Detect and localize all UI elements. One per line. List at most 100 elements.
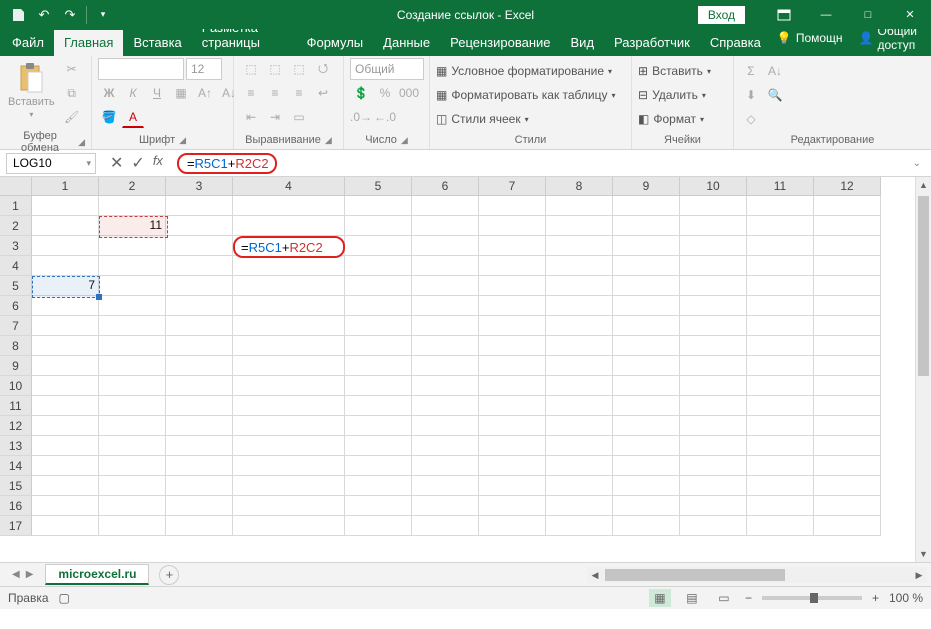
copy-icon[interactable]: ⧉ (61, 82, 83, 104)
row-header[interactable]: 3 (0, 236, 32, 256)
redo-icon[interactable]: ↷ (58, 3, 82, 27)
border-button[interactable]: ▦ (170, 82, 192, 104)
scroll-right-icon[interactable]: ▶ (911, 567, 927, 583)
column-header[interactable]: 11 (747, 177, 814, 196)
row-header[interactable]: 15 (0, 476, 32, 496)
tab-data[interactable]: Данные (373, 30, 440, 56)
increase-decimal-icon[interactable]: .0→ (350, 106, 372, 128)
row-header[interactable]: 12 (0, 416, 32, 436)
normal-view-icon[interactable]: ▦ (649, 589, 671, 607)
cancel-formula-icon[interactable]: ✕ (110, 153, 123, 173)
bold-button[interactable]: Ж (98, 82, 120, 104)
column-header[interactable]: 2 (99, 177, 166, 196)
macro-record-icon[interactable]: ▢ (59, 591, 70, 605)
row-header[interactable]: 4 (0, 256, 32, 276)
comma-icon[interactable]: 000 (398, 82, 420, 104)
name-box[interactable]: LOG10 (6, 153, 96, 174)
fill-icon[interactable]: ⬇ (740, 84, 762, 106)
tab-view[interactable]: Вид (561, 30, 605, 56)
column-header[interactable]: 7 (479, 177, 546, 196)
format-as-table-button[interactable]: ▦Форматировать как таблицу▾ (436, 84, 616, 106)
align-right-icon[interactable]: ≡ (288, 82, 310, 104)
sort-filter-icon[interactable]: A↓ (764, 60, 786, 82)
underline-button[interactable]: Ч (146, 82, 168, 104)
currency-icon[interactable]: 💲 (350, 82, 372, 104)
font-name-combo[interactable] (98, 58, 184, 80)
qat-customize-icon[interactable]: ▾ (91, 3, 115, 27)
row-header[interactable]: 2 (0, 216, 32, 236)
merge-cells-icon[interactable]: ▭ (288, 106, 310, 128)
tab-help[interactable]: Справка (700, 30, 771, 56)
column-header[interactable]: 4 (233, 177, 345, 196)
expand-formula-bar-icon[interactable]: ⌄ (913, 158, 921, 169)
row-header[interactable]: 13 (0, 436, 32, 456)
vertical-scrollbar[interactable]: ▲ ▼ (915, 177, 931, 562)
column-header[interactable]: 1 (32, 177, 99, 196)
sign-in-button[interactable]: Вход (698, 6, 745, 24)
find-select-icon[interactable]: 🔍 (764, 84, 786, 106)
align-top-icon[interactable]: ⬚ (240, 58, 262, 80)
orientation-icon[interactable]: ⭯ (312, 58, 334, 80)
row-header[interactable]: 1 (0, 196, 32, 216)
row-header[interactable]: 10 (0, 376, 32, 396)
horizontal-scroll-thumb[interactable] (605, 569, 785, 581)
tab-review[interactable]: Рецензирование (440, 30, 560, 56)
column-header[interactable]: 10 (680, 177, 747, 196)
page-break-view-icon[interactable]: ▭ (713, 589, 735, 607)
tab-home[interactable]: Главная (54, 30, 123, 56)
scroll-left-icon[interactable]: ◀ (587, 567, 603, 583)
clipboard-launcher-icon[interactable]: ◢ (78, 137, 85, 148)
tell-me-button[interactable]: 💡Помощн (771, 27, 849, 49)
row-header[interactable]: 7 (0, 316, 32, 336)
font-size-combo[interactable]: 12 (186, 58, 222, 80)
close-icon[interactable]: ✕ (889, 0, 931, 29)
tab-developer[interactable]: Разработчик (604, 30, 700, 56)
column-header[interactable]: 12 (814, 177, 881, 196)
tab-insert[interactable]: Вставка (123, 30, 191, 56)
autosum-icon[interactable]: Σ (740, 60, 762, 82)
increase-indent-icon[interactable]: ⇥ (264, 106, 286, 128)
decrease-decimal-icon[interactable]: ←.0 (374, 106, 396, 128)
align-middle-icon[interactable]: ⬚ (264, 58, 286, 80)
wrap-text-icon[interactable]: ↩ (312, 82, 334, 104)
zoom-out-icon[interactable]: − (745, 591, 752, 605)
row-header[interactable]: 11 (0, 396, 32, 416)
insert-function-icon[interactable]: fx (153, 153, 163, 173)
maximize-icon[interactable]: □ (847, 0, 889, 29)
percent-icon[interactable]: % (374, 82, 396, 104)
cut-icon[interactable]: ✂ (61, 58, 83, 80)
row-header[interactable]: 9 (0, 356, 32, 376)
tab-file[interactable]: Файл (2, 30, 54, 56)
conditional-formatting-button[interactable]: ▦Условное форматирование▾ (436, 60, 612, 82)
spreadsheet-grid[interactable]: 1 2 3 4 5 6 7 8 9 10 11 12 1 2 3 4 5 6 7… (0, 177, 931, 563)
zoom-in-icon[interactable]: + (872, 591, 879, 605)
sheet-tab-active[interactable]: microexcel.ru (45, 564, 149, 585)
delete-cells-button[interactable]: ⊟Удалить▾ (638, 84, 706, 106)
format-cells-button[interactable]: ◧Формат▾ (638, 108, 704, 130)
insert-cells-button[interactable]: ⊞Вставить▾ (638, 60, 711, 82)
clear-icon[interactable]: ◇ (740, 108, 762, 130)
increase-font-icon[interactable]: A↑ (194, 82, 216, 104)
sheet-nav-next-icon[interactable]: ▶ (26, 569, 34, 580)
vertical-scroll-thumb[interactable] (918, 196, 929, 376)
cells-area[interactable]: 11 7 (32, 196, 915, 562)
formula-input[interactable]: =R5C1+R2C2 (177, 153, 277, 174)
row-header[interactable]: 14 (0, 456, 32, 476)
fill-color-button[interactable]: 🪣 (98, 106, 120, 128)
sheet-nav-prev-icon[interactable]: ◀ (12, 569, 20, 580)
row-header[interactable]: 8 (0, 336, 32, 356)
undo-icon[interactable]: ↶ (32, 3, 56, 27)
column-header[interactable]: 9 (613, 177, 680, 196)
minimize-icon[interactable]: — (805, 0, 847, 29)
editing-cell-r3c4[interactable]: =R5C1+R2C2 (233, 236, 345, 258)
row-header[interactable]: 17 (0, 516, 32, 536)
column-header[interactable]: 8 (546, 177, 613, 196)
number-launcher-icon[interactable]: ◢ (401, 135, 408, 146)
column-header[interactable]: 3 (166, 177, 233, 196)
new-sheet-button[interactable]: + (159, 565, 179, 585)
format-painter-icon[interactable]: 🖌 (61, 106, 83, 128)
number-format-combo[interactable]: Общий (350, 58, 424, 80)
save-icon[interactable] (6, 3, 30, 27)
column-header[interactable]: 5 (345, 177, 412, 196)
font-launcher-icon[interactable]: ◢ (179, 135, 186, 146)
